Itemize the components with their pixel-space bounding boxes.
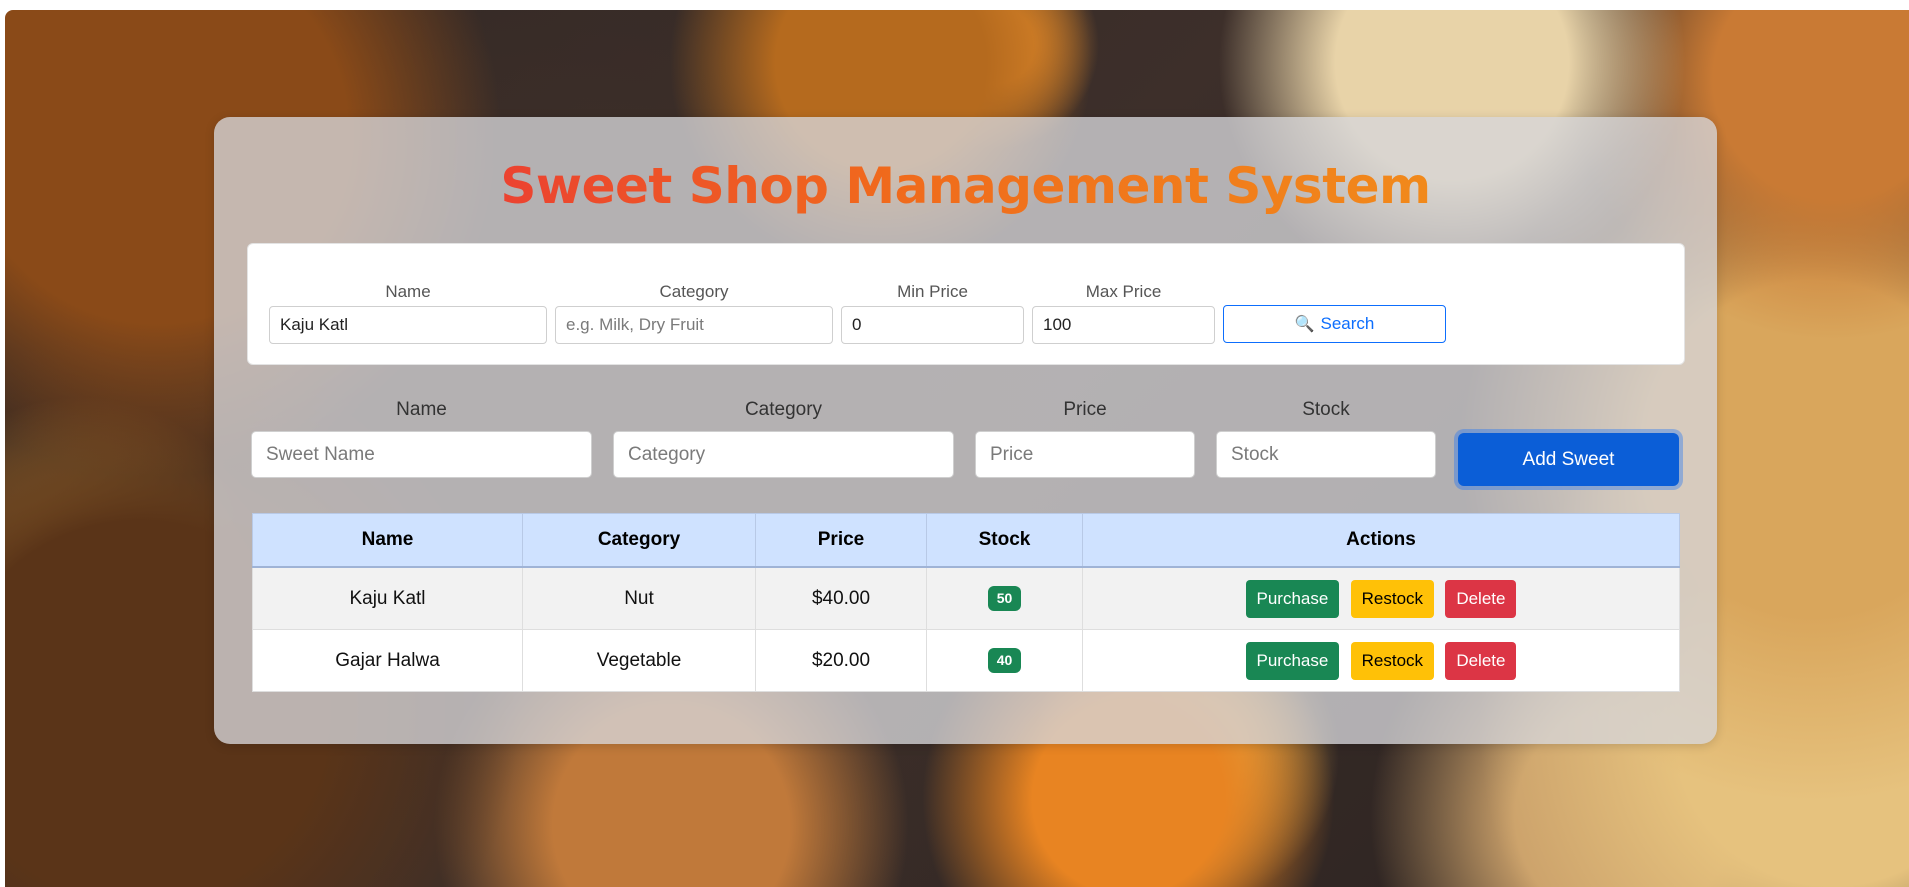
- sweets-table: Name Category Price Stock Actions Kaju K…: [252, 513, 1680, 692]
- add-price-input[interactable]: [975, 431, 1195, 478]
- search-name-input[interactable]: [269, 306, 547, 344]
- table-row: Gajar Halwa Vegetable $20.00 40 Purchase…: [252, 629, 1680, 692]
- search-min-price-input[interactable]: [841, 306, 1024, 344]
- cell-category: Nut: [522, 567, 756, 630]
- search-card: Name Category Min Price Max Price 🔍 Sear…: [247, 243, 1685, 365]
- delete-button[interactable]: Delete: [1445, 641, 1517, 680]
- add-name-input[interactable]: [251, 431, 592, 478]
- cell-stock: 50: [926, 567, 1083, 630]
- add-category-label: Category: [744, 399, 823, 420]
- header-price: Price: [755, 513, 927, 568]
- restock-button[interactable]: Restock: [1350, 579, 1435, 618]
- add-price-label: Price: [1063, 399, 1107, 420]
- cell-name: Gajar Halwa: [252, 629, 523, 692]
- search-name-label: Name: [385, 282, 431, 301]
- stock-badge: 50: [987, 586, 1022, 611]
- add-name-label: Name: [396, 399, 447, 420]
- add-price-field: Price: [975, 399, 1195, 478]
- cell-category: Vegetable: [522, 629, 756, 692]
- page-title: Sweet Shop Management System: [214, 157, 1717, 215]
- restock-button[interactable]: Restock: [1350, 641, 1435, 680]
- header-name: Name: [252, 513, 523, 568]
- background-image: Sweet Shop Management System Name Catego…: [5, 10, 1909, 887]
- add-name-field: Name: [251, 399, 592, 478]
- search-max-price-field: Max Price: [1032, 282, 1215, 344]
- search-category-input[interactable]: [555, 306, 833, 344]
- header-actions: Actions: [1082, 513, 1680, 568]
- table-row: Kaju Katl Nut $40.00 50 Purchase Restock…: [252, 567, 1680, 630]
- search-name-field: Name: [269, 282, 547, 344]
- cell-actions: Purchase Restock Delete: [1082, 629, 1680, 692]
- add-sweet-button[interactable]: Add Sweet: [1458, 433, 1679, 486]
- add-stock-field: Stock: [1216, 399, 1436, 478]
- delete-button[interactable]: Delete: [1445, 579, 1517, 618]
- cell-price: $20.00: [755, 629, 927, 692]
- search-min-price-field: Min Price: [841, 282, 1024, 344]
- add-stock-label: Stock: [1302, 399, 1350, 420]
- purchase-button[interactable]: Purchase: [1245, 641, 1340, 680]
- header-category: Category: [522, 513, 756, 568]
- add-category-input[interactable]: [613, 431, 954, 478]
- search-max-price-label: Max Price: [1085, 282, 1162, 301]
- search-category-label: Category: [659, 282, 729, 301]
- add-category-field: Category: [613, 399, 954, 478]
- search-button-label: Search: [1320, 314, 1375, 333]
- main-panel: Sweet Shop Management System Name Catego…: [214, 117, 1717, 744]
- cell-price: $40.00: [755, 567, 927, 630]
- cell-actions: Purchase Restock Delete: [1082, 567, 1680, 630]
- cell-name: Kaju Katl: [252, 567, 523, 630]
- add-stock-input[interactable]: [1216, 431, 1436, 478]
- search-min-price-label: Min Price: [897, 282, 968, 301]
- search-max-price-input[interactable]: [1032, 306, 1215, 344]
- magnifier-icon: 🔍: [1294, 316, 1315, 333]
- search-button[interactable]: 🔍 Search: [1223, 305, 1446, 343]
- cell-stock: 40: [926, 629, 1083, 692]
- purchase-button[interactable]: Purchase: [1245, 579, 1340, 618]
- search-category-field: Category: [555, 282, 833, 344]
- header-stock: Stock: [926, 513, 1083, 568]
- stock-badge: 40: [987, 648, 1022, 673]
- table-header-row: Name Category Price Stock Actions: [252, 513, 1680, 568]
